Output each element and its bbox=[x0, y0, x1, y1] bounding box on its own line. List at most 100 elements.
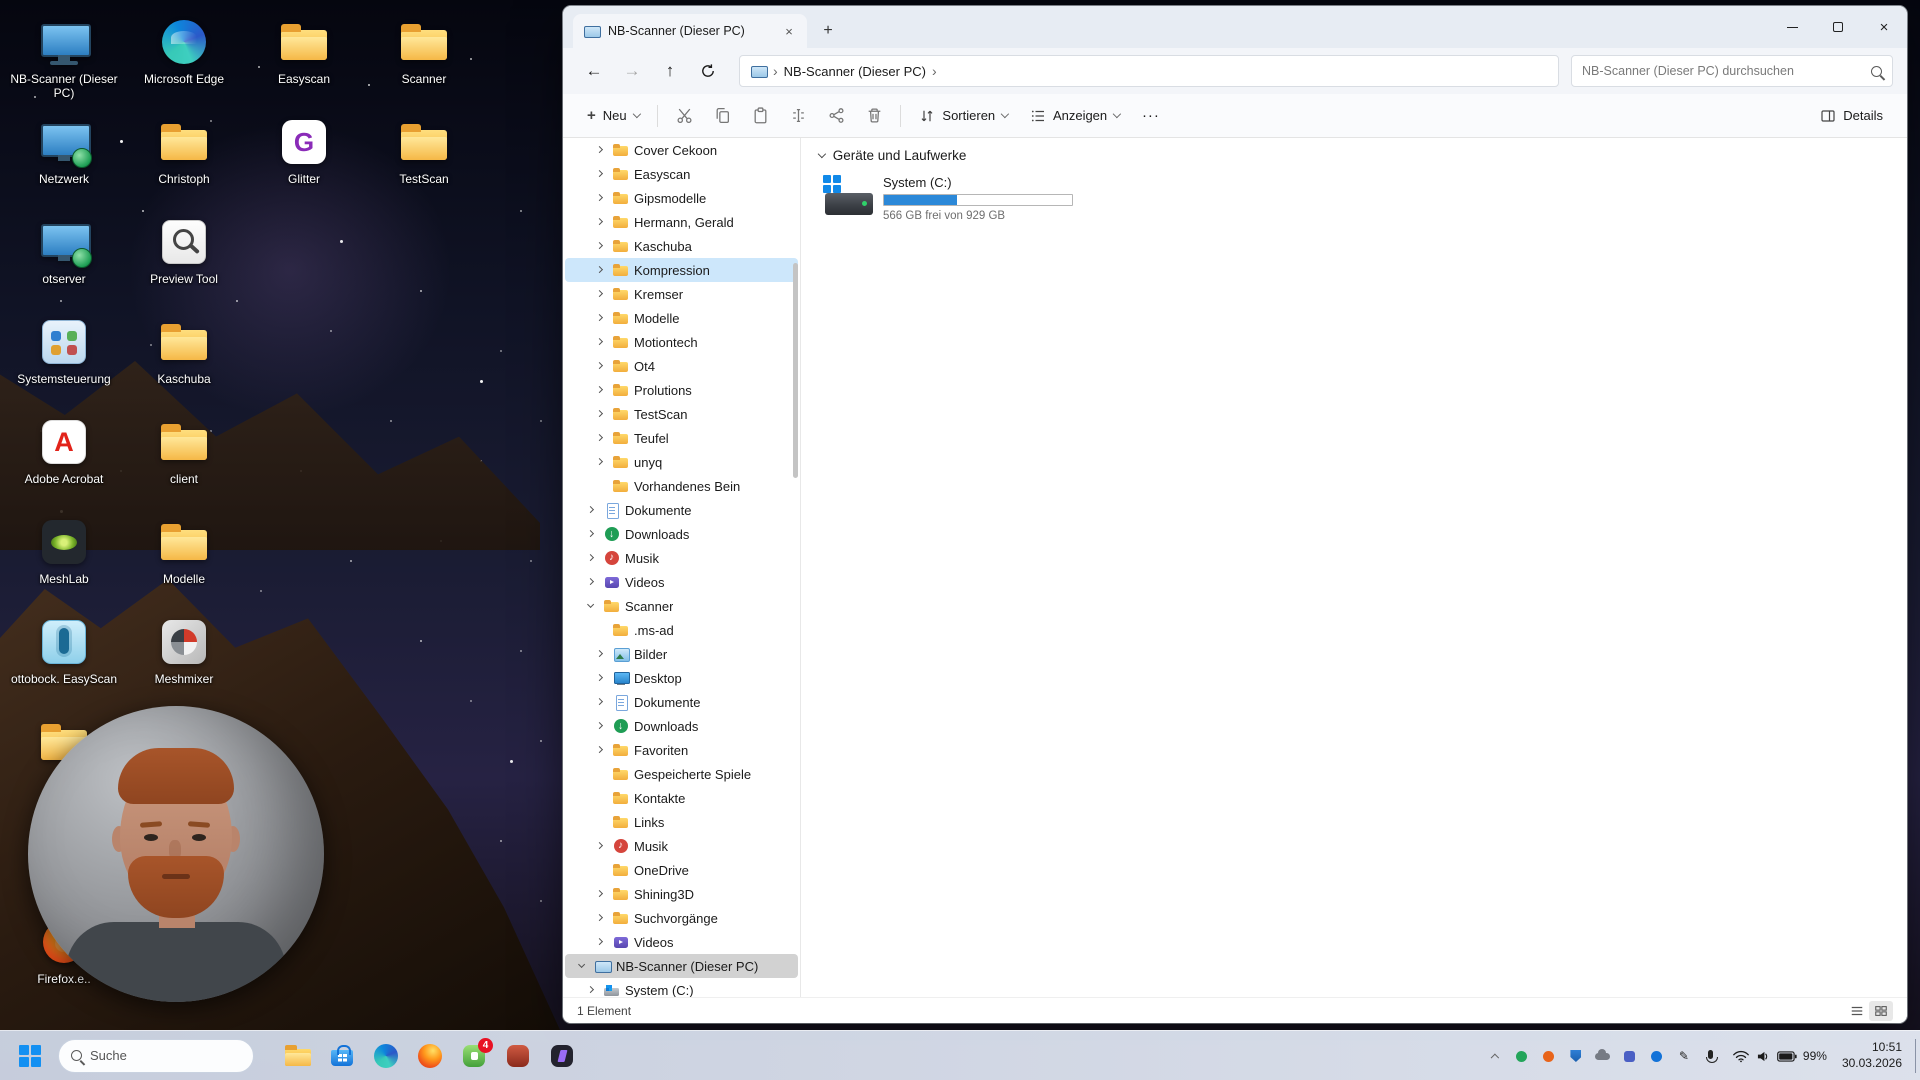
chevron-down-icon[interactable] bbox=[575, 960, 589, 969]
show-desktop-button[interactable] bbox=[1915, 1039, 1920, 1073]
taskbar-edge[interactable] bbox=[366, 1036, 406, 1076]
new-button[interactable]: + Neu bbox=[577, 99, 649, 133]
tree-item-videos[interactable]: Videos bbox=[565, 930, 798, 954]
tree-item-vorhandenes-bein[interactable]: Vorhandenes Bein bbox=[565, 474, 798, 498]
taskbar-file-explorer[interactable] bbox=[278, 1036, 318, 1076]
cut-button[interactable] bbox=[666, 99, 702, 133]
tree-item-dokumente[interactable]: Dokumente bbox=[565, 498, 798, 522]
tab-close-icon[interactable]: × bbox=[779, 21, 799, 41]
desktop-icon-modelle[interactable]: Modelle bbox=[128, 514, 240, 586]
chevron-right-icon[interactable] bbox=[593, 218, 607, 226]
chevron-right-icon[interactable] bbox=[593, 242, 607, 250]
copy-button[interactable] bbox=[704, 99, 740, 133]
rename-button[interactable] bbox=[780, 99, 816, 133]
tree-item-suchvorgänge[interactable]: Suchvorgänge bbox=[565, 906, 798, 930]
chevron-right-icon[interactable] bbox=[593, 842, 607, 850]
tray-green-app-icon[interactable] bbox=[1512, 1045, 1532, 1067]
chevron-right-icon[interactable] bbox=[593, 746, 607, 754]
explorer-tab[interactable]: NB-Scanner (Dieser PC) × bbox=[573, 14, 807, 48]
tree-item-unyq[interactable]: unyq bbox=[565, 450, 798, 474]
desktop-icon-microsoft-edge[interactable]: Microsoft Edge bbox=[128, 14, 240, 86]
chevron-right-icon[interactable] bbox=[584, 986, 598, 994]
chevron-right-icon[interactable] bbox=[584, 530, 598, 538]
desktop-icon-nb-scanner-dieser-pc[interactable]: NB-Scanner (Dieser PC) bbox=[8, 14, 120, 100]
tree-item-testscan[interactable]: TestScan bbox=[565, 402, 798, 426]
tree-item-gespeicherte-spiele[interactable]: Gespeicherte Spiele bbox=[565, 762, 798, 786]
tree-item-hermann-gerald[interactable]: Hermann, Gerald bbox=[565, 210, 798, 234]
chevron-right-icon[interactable] bbox=[593, 434, 607, 442]
desktop-icon-christoph[interactable]: Christoph bbox=[128, 114, 240, 186]
chevron-right-icon[interactable] bbox=[584, 578, 598, 586]
details-pane-button[interactable]: Details bbox=[1810, 99, 1893, 133]
taskbar-search[interactable] bbox=[58, 1038, 254, 1073]
delete-button[interactable] bbox=[856, 99, 892, 133]
desktop-icon-kaschuba[interactable]: Kaschuba bbox=[128, 314, 240, 386]
tree-item-downloads[interactable]: Downloads bbox=[565, 522, 798, 546]
desktop-icon-preview-tool[interactable]: Preview Tool bbox=[128, 214, 240, 286]
tree-item-kaschuba[interactable]: Kaschuba bbox=[565, 234, 798, 258]
taskbar-firefox[interactable] bbox=[410, 1036, 450, 1076]
taskbar-app-green[interactable]: 4 bbox=[454, 1036, 494, 1076]
tray-microphone-icon[interactable] bbox=[1701, 1045, 1721, 1067]
desktop-icon-ottobock-easyscan[interactable]: ottobock. EasyScan bbox=[8, 614, 120, 686]
tree-item-onedrive[interactable]: OneDrive bbox=[565, 858, 798, 882]
clock[interactable]: 10:51 30.03.2026 bbox=[1842, 1040, 1902, 1071]
desktop-icon-meshmixer[interactable]: Meshmixer bbox=[128, 614, 240, 686]
tree-item-musik[interactable]: Musik bbox=[565, 546, 798, 570]
chevron-right-icon[interactable] bbox=[593, 290, 607, 298]
chevron-right-icon[interactable] bbox=[593, 650, 607, 658]
search-input[interactable] bbox=[1582, 64, 1863, 78]
drive-item-system-c[interactable]: System (C:) 566 GB frei von 929 GB bbox=[823, 175, 1093, 222]
tree-item-favoriten[interactable]: Favoriten bbox=[565, 738, 798, 762]
sort-button[interactable]: Sortieren bbox=[909, 99, 1018, 133]
desktop-icon-netzwerk[interactable]: Netzwerk bbox=[8, 114, 120, 186]
tray-status-cluster[interactable]: 99% bbox=[1732, 1049, 1827, 1063]
chevron-right-icon[interactable] bbox=[593, 338, 607, 346]
chevron-right-icon[interactable] bbox=[593, 674, 607, 682]
desktop-icon-otserver[interactable]: otserver bbox=[8, 214, 120, 286]
chevron-right-icon[interactable] bbox=[593, 386, 607, 394]
tree-item-teufel[interactable]: Teufel bbox=[565, 426, 798, 450]
desktop-icon-meshlab[interactable]: MeshLab bbox=[8, 514, 120, 586]
tray-bluetooth-icon[interactable] bbox=[1647, 1045, 1667, 1067]
chevron-right-icon[interactable] bbox=[593, 170, 607, 178]
tree-item-downloads[interactable]: Downloads bbox=[565, 714, 798, 738]
tree-item-kompression[interactable]: Kompression bbox=[565, 258, 798, 282]
chevron-right-icon[interactable] bbox=[593, 890, 607, 898]
up-button[interactable]: ↑ bbox=[653, 54, 687, 88]
new-tab-button[interactable]: + bbox=[815, 18, 841, 44]
tree-item-videos[interactable]: Videos bbox=[565, 570, 798, 594]
address-bar[interactable]: › NB-Scanner (Dieser PC) › bbox=[739, 55, 1559, 87]
chevron-right-icon[interactable] bbox=[593, 194, 607, 202]
taskbar-app-red[interactable] bbox=[498, 1036, 538, 1076]
more-options-button[interactable]: ··· bbox=[1132, 99, 1170, 133]
chevron-right-icon[interactable] bbox=[593, 410, 607, 418]
breadcrumb[interactable]: NB-Scanner (Dieser PC) bbox=[784, 64, 926, 79]
maximize-button[interactable] bbox=[1815, 6, 1861, 48]
chevron-right-icon[interactable] bbox=[584, 506, 598, 514]
close-button[interactable]: × bbox=[1861, 6, 1907, 48]
tree-item-easyscan[interactable]: Easyscan bbox=[565, 162, 798, 186]
tree-item-nb-scanner-dieser-pc[interactable]: NB-Scanner (Dieser PC) bbox=[565, 954, 798, 978]
tree-item-kremser[interactable]: Kremser bbox=[565, 282, 798, 306]
tree-item-ms-ad[interactable]: .ms-ad bbox=[565, 618, 798, 642]
chevron-right-icon[interactable] bbox=[593, 914, 607, 922]
chevron-right-icon[interactable] bbox=[593, 362, 607, 370]
chevron-right-icon[interactable] bbox=[593, 146, 607, 154]
chevron-right-icon[interactable] bbox=[593, 722, 607, 730]
minimize-button[interactable] bbox=[1769, 6, 1815, 48]
tray-orange-app-icon[interactable] bbox=[1539, 1045, 1559, 1067]
back-button[interactable]: ← bbox=[577, 54, 611, 88]
tree-item-kontakte[interactable]: Kontakte bbox=[565, 786, 798, 810]
thumbnail-view-toggle-icon[interactable] bbox=[1869, 1000, 1893, 1021]
chevron-right-icon[interactable] bbox=[584, 554, 598, 562]
desktop-icon-glitter[interactable]: Glitter bbox=[248, 114, 360, 186]
tree-item-motiontech[interactable]: Motiontech bbox=[565, 330, 798, 354]
tree-item-ot4[interactable]: Ot4 bbox=[565, 354, 798, 378]
chevron-right-icon[interactable] bbox=[593, 266, 607, 274]
chevron-right-icon[interactable] bbox=[593, 314, 607, 322]
chevron-right-icon[interactable] bbox=[593, 698, 607, 706]
tree-item-system-c[interactable]: System (C:) bbox=[565, 978, 798, 997]
paste-button[interactable] bbox=[742, 99, 778, 133]
tree-item-modelle[interactable]: Modelle bbox=[565, 306, 798, 330]
